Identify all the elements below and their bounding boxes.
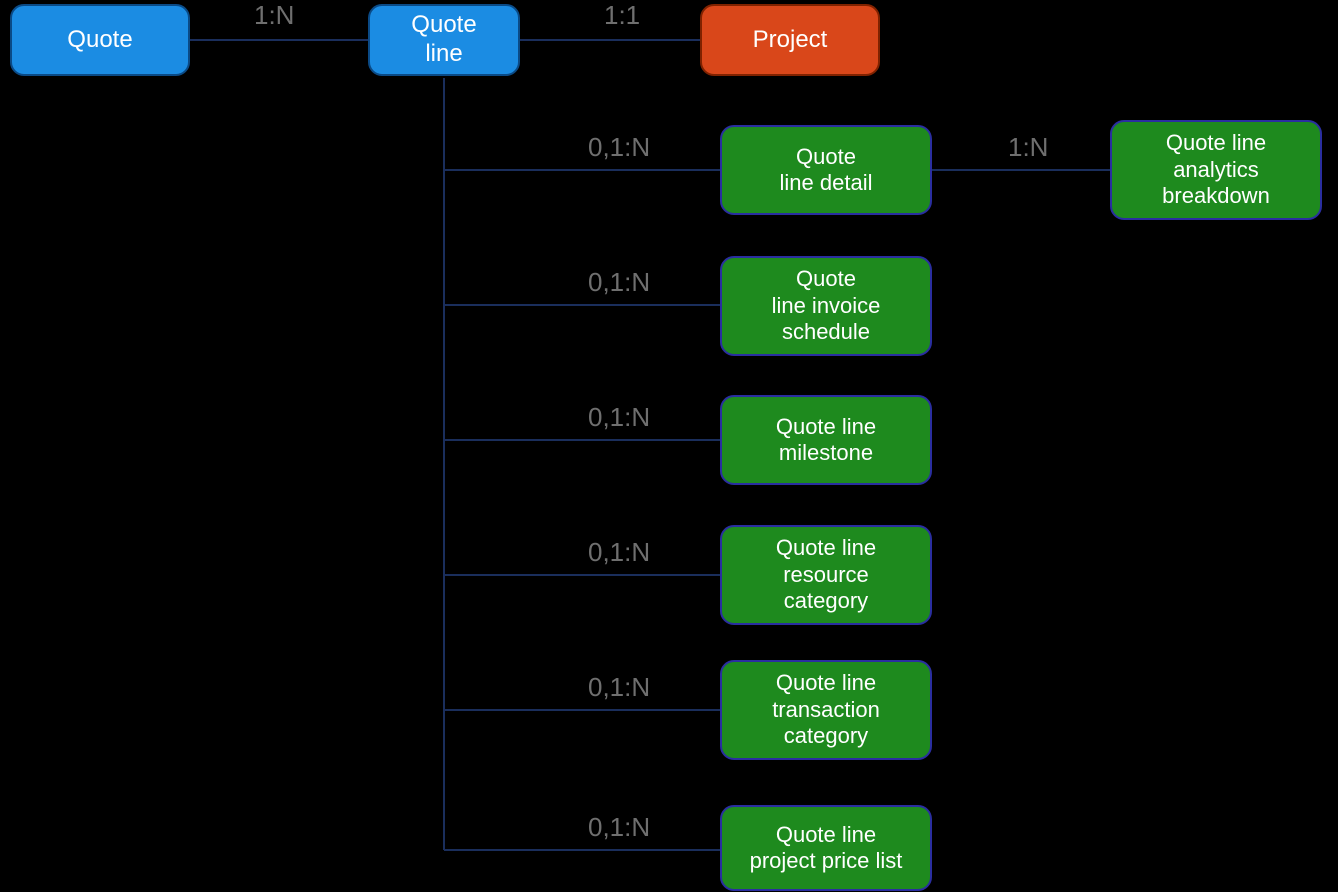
relation-quoteline-to-project: 1:1 [604,0,640,31]
relation-quote-to-quoteline: 1:N [254,0,294,31]
relation-quoteline-to-resource: 0,1:N [588,537,650,568]
entity-quote-line-resource-category: Quote line resource category [720,525,932,625]
relation-detail-to-analytics: 1:N [1008,132,1048,163]
entity-quote: Quote [10,4,190,76]
relation-quoteline-to-invoice: 0,1:N [588,267,650,298]
entity-project: Project [700,4,880,76]
entity-quote-line: Quote line [368,4,520,76]
entity-quote-line-transaction-category: Quote line transaction category [720,660,932,760]
relation-quoteline-to-txn: 0,1:N [588,672,650,703]
entity-quote-line-analytics-breakdown: Quote line analytics breakdown [1110,120,1322,220]
relation-quoteline-to-pricelist: 0,1:N [588,812,650,843]
entity-quote-line-invoice-schedule: Quote line invoice schedule [720,256,932,356]
relation-quoteline-to-detail: 0,1:N [588,132,650,163]
entity-quote-line-detail: Quote line detail [720,125,932,215]
entity-quote-line-milestone: Quote line milestone [720,395,932,485]
entity-quote-line-project-price-list: Quote line project price list [720,805,932,891]
er-diagram: Quote Quote line Project Quote line deta… [0,0,1338,892]
relation-quoteline-to-milestone: 0,1:N [588,402,650,433]
